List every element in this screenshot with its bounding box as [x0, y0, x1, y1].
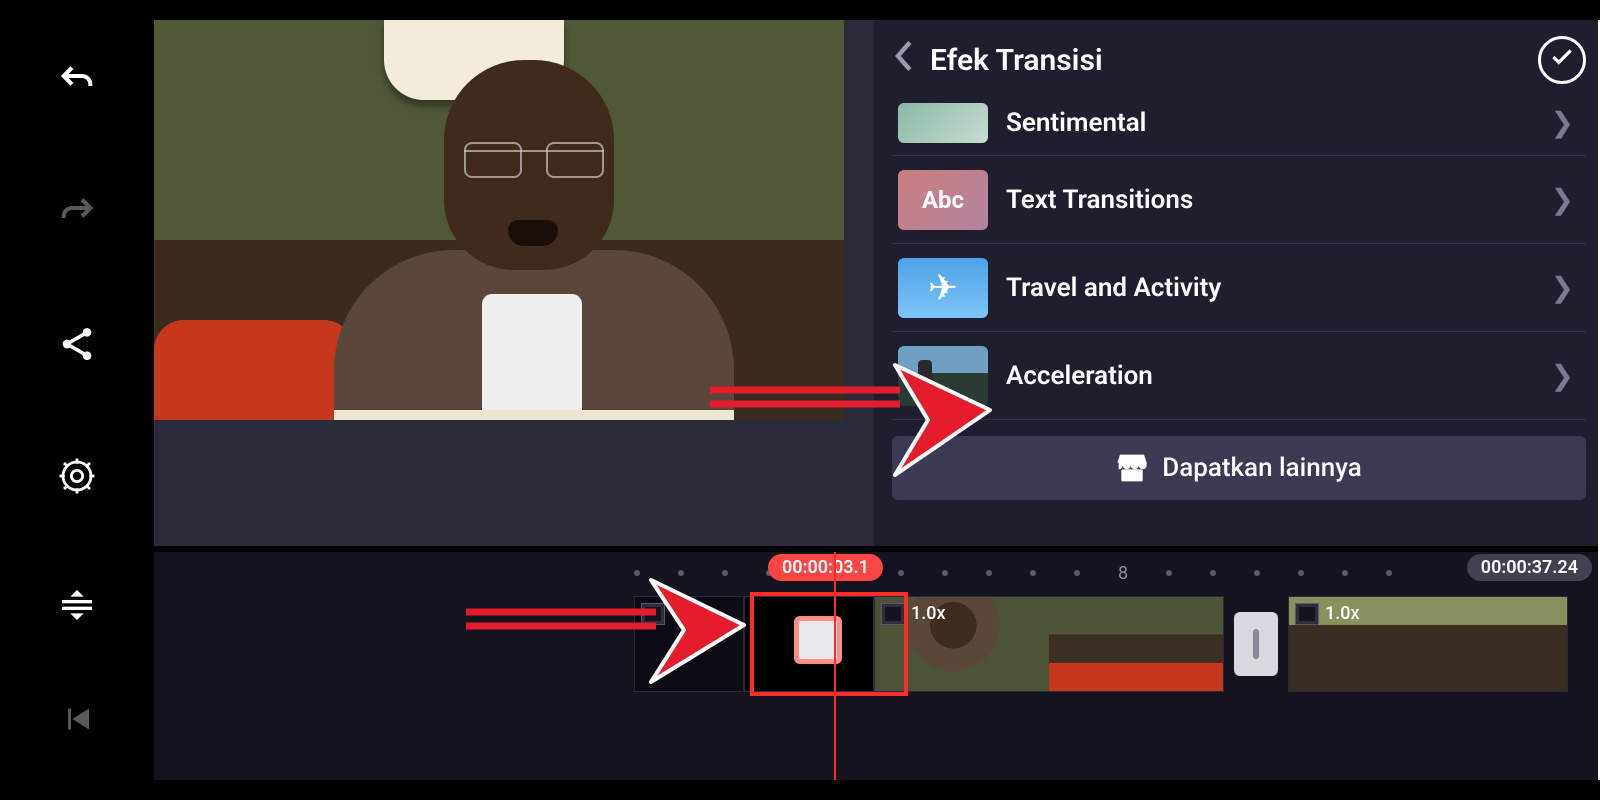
category-thumbnail [898, 103, 988, 143]
category-travel-activity[interactable]: ✈ Travel and Activity ❯ [892, 244, 1586, 332]
confirm-button[interactable] [1538, 36, 1586, 84]
film-icon [881, 603, 905, 625]
panel-title: Efek Transisi [930, 43, 1103, 78]
clip-3[interactable]: 1.0x [1288, 596, 1568, 692]
undo-button[interactable] [6, 26, 148, 146]
toolbar-group-timeline [6, 552, 148, 780]
left-toolbar [0, 20, 154, 780]
category-label: Text Transitions [1006, 185, 1193, 215]
clip-1[interactable]: 1.0x [634, 596, 744, 692]
share-button[interactable] [6, 289, 148, 409]
clip-speed: 1.0x [671, 603, 706, 624]
film-icon [641, 603, 665, 625]
clip-2[interactable]: 1.0x [874, 596, 1224, 692]
timeline[interactable]: 8 00:00:03.1 00:00:37.24 1.0x 1.0x [154, 552, 1598, 780]
film-icon [1295, 603, 1319, 625]
transition-category-list[interactable]: Sentimental ❯ Abc Text Transitions ❯ ✈ T… [892, 98, 1586, 420]
redo-button[interactable] [6, 157, 148, 277]
category-sentimental[interactable]: Sentimental ❯ [892, 98, 1586, 156]
get-more-button[interactable]: Dapatkan lainnya [892, 436, 1586, 500]
chevron-right-icon: ❯ [1551, 106, 1580, 139]
expand-icon [57, 587, 97, 632]
get-more-label: Dapatkan lainnya [1162, 453, 1362, 483]
clip-speed: 1.0x [1325, 603, 1360, 624]
back-button[interactable] [892, 39, 914, 82]
category-label: Acceleration [1006, 361, 1153, 391]
category-thumbnail: ✈ [898, 258, 988, 318]
video-preview[interactable] [154, 20, 844, 420]
category-acceleration[interactable]: Acceleration ❯ [892, 332, 1586, 420]
preview-pane [154, 20, 874, 546]
main-area: Efek Transisi Sentimental ❯ [154, 20, 1600, 780]
gear-icon [56, 455, 98, 506]
chevron-right-icon: ❯ [1551, 359, 1580, 392]
category-label: Travel and Activity [1006, 273, 1221, 303]
store-icon [1116, 453, 1148, 483]
category-label: Sentimental [1006, 108, 1146, 138]
playhead[interactable] [834, 552, 836, 780]
clip-track[interactable]: 1.0x 1.0x 1.0x [634, 596, 1568, 692]
toolbar-group-main [6, 20, 148, 546]
playhead-time-badge: 00:00:03.1 [768, 554, 883, 581]
ruler-marker: 8 [1118, 563, 1128, 584]
end-time-badge: 00:00:37.24 [1467, 554, 1592, 581]
category-text-transitions[interactable]: Abc Text Transitions ❯ [892, 156, 1586, 244]
share-icon [57, 324, 97, 373]
redo-icon [57, 193, 97, 242]
check-icon [1549, 44, 1575, 77]
plane-icon: ✈ [928, 267, 958, 309]
skip-previous-icon [59, 701, 95, 746]
transition-slot[interactable] [1234, 612, 1278, 676]
settings-button[interactable] [6, 420, 148, 540]
category-thumbnail [898, 346, 988, 406]
undo-icon [57, 61, 97, 110]
chevron-right-icon: ❯ [1551, 183, 1580, 216]
category-thumbnail: Abc [898, 170, 988, 230]
expand-timeline-button[interactable] [6, 552, 148, 666]
transition-panel: Efek Transisi Sentimental ❯ [874, 20, 1598, 546]
chevron-right-icon: ❯ [1551, 271, 1580, 304]
clip-speed: 1.0x [911, 603, 946, 624]
timeline-body[interactable]: 8 00:00:03.1 00:00:37.24 1.0x 1.0x [154, 552, 1598, 780]
panel-header: Efek Transisi [892, 30, 1586, 90]
jump-start-button[interactable] [6, 666, 148, 780]
upper-row: Efek Transisi Sentimental ❯ [154, 20, 1598, 546]
app-root: Efek Transisi Sentimental ❯ [0, 0, 1600, 800]
